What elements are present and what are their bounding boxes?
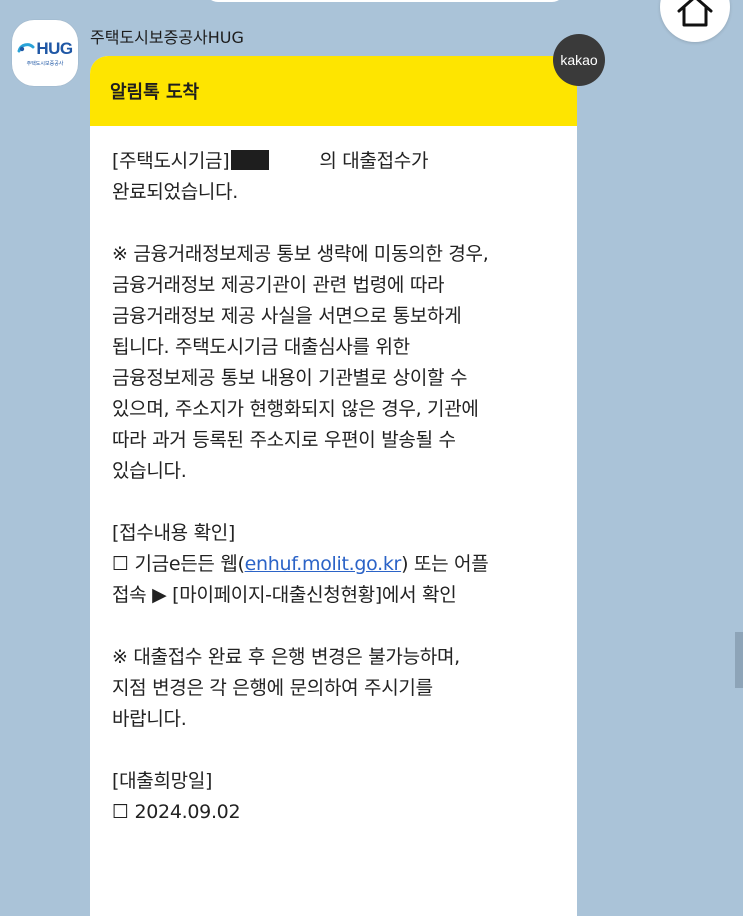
notice-line: ※ 대출접수 완료 후 은행 변경은 불가능하며, [112,646,460,668]
fund-prefix: [주택도시기금] [112,150,230,172]
notice-line: 있으며, 주소지가 현행화되지 않은 경우, 기관에 [112,398,479,420]
notice-line: 금융정보제공 통보 내용이 기관별로 상이할 수 [112,367,468,389]
sender-name: 주택도시보증공사HUG [90,28,244,47]
notice-line: 바랍니다. [112,708,187,730]
line1-suffix: 의 대출접수가 [319,150,429,172]
previous-message-bubble [205,0,565,2]
notice-line: 따라 과거 등록된 주소지로 우편이 발송될 수 [112,429,456,451]
scrollbar-thumb[interactable] [735,632,743,688]
redacted-name [231,150,270,170]
notice-line: 금융거래정보 제공 사실을 서면으로 통보하게 [112,305,462,327]
website-link[interactable]: enhuf.molit.go.kr [245,553,402,575]
message-line: 완료되었습니다. [112,181,239,203]
notice-line: 금융거래정보 제공기관이 관련 법령에 따라 [112,274,445,296]
notice-line: ※ 금융거래정보제공 통보 생략에 미동의한 경우, [112,243,489,265]
confirm-suffix: ) 또는 어플 [401,553,489,575]
notice-line: 됩니다. 주택도시기금 대출심사를 위한 [112,336,410,358]
logo-subtitle: 주택도시보증공사 [26,61,64,67]
message-body: [주택도시기금] 의 대출접수가 완료되었습니다. ※ 금융거래정보제공 통보 생… [90,126,577,828]
confirm-title: [접수내용 확인] [112,522,236,544]
message-card[interactable]: 알림톡 도착 [주택도시기금] 의 대출접수가 완료되었습니다. ※ 금융거래정보… [90,56,577,916]
hug-logo-icon [17,43,35,53]
date-value: ☐ 2024.09.02 [112,801,241,823]
card-title: 알림톡 도착 [110,82,200,103]
confirm-line: ☐ 기금e든든 웹(enhuf.molit.go.kr) 또는 어플 [112,549,567,580]
hug-logo: HUG [17,39,73,59]
message-line: [주택도시기금] 의 대출접수가 [112,146,567,177]
notice-line: 있습니다. [112,460,187,482]
card-header: 알림톡 도착 [90,56,577,126]
confirm-prefix: ☐ 기금e든든 웹( [112,553,245,575]
home-button[interactable] [660,0,730,42]
kakao-badge: kakao [553,34,605,86]
home-icon [677,0,713,27]
confirm-line: 접속 ▶ [마이페이지-대출신청현황]에서 확인 [112,584,457,606]
date-title: [대출희망일] [112,770,213,792]
sender-avatar[interactable]: HUG 주택도시보증공사 [12,20,78,86]
logo-text: HUG [36,39,73,58]
notice-line: 지점 변경은 각 은행에 문의하여 주시기를 [112,677,433,699]
header-notch [253,126,346,132]
